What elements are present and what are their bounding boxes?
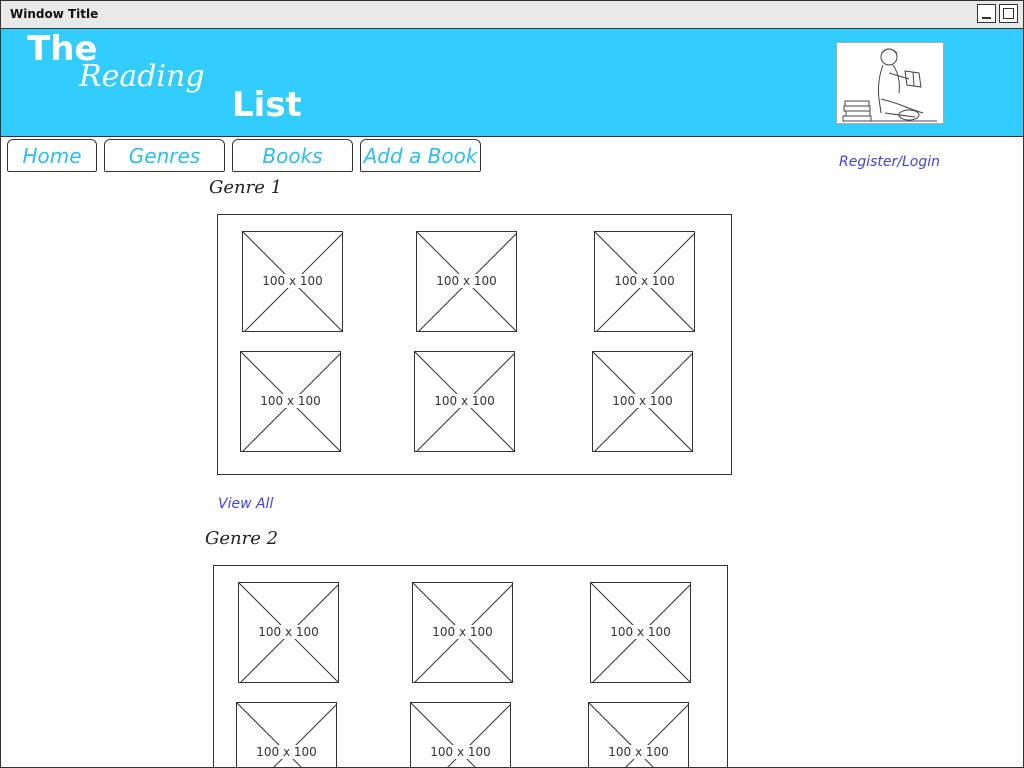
tab-home-label: Home <box>22 144 82 168</box>
app-window: Window Title The Reading List Home Genre… <box>0 0 1024 768</box>
placeholder-label: 100 x 100 <box>434 274 499 288</box>
genre-book-grid: 100 x 100 100 x 100 100 x 100 100 x 100 … <box>213 565 728 767</box>
view-all-link[interactable]: View All <box>218 496 273 512</box>
book-cover-placeholder[interactable]: 100 x 100 <box>240 351 341 452</box>
book-cover-placeholder[interactable]: 100 x 100 <box>410 702 511 767</box>
genre-heading: Genre 1 <box>209 177 283 198</box>
placeholder-label: 100 x 100 <box>612 274 677 288</box>
book-cover-placeholder[interactable]: 100 x 100 <box>590 582 691 683</box>
register-login-link[interactable]: Register/Login <box>839 154 940 170</box>
placeholder-label: 100 x 100 <box>610 394 675 408</box>
tab-home[interactable]: Home <box>7 139 97 172</box>
placeholder-label: 100 x 100 <box>606 745 671 759</box>
title-bar: Window Title <box>1 1 1023 29</box>
book-cover-placeholder[interactable]: 100 x 100 <box>236 702 337 767</box>
book-cover-placeholder[interactable]: 100 x 100 <box>588 702 689 767</box>
placeholder-label: 100 x 100 <box>258 394 323 408</box>
tab-genres-label: Genres <box>128 144 201 168</box>
tab-add-a-book[interactable]: Add a Book <box>360 139 481 172</box>
genre-heading: Genre 2 <box>205 528 279 549</box>
placeholder-label: 100 x 100 <box>608 625 673 639</box>
site-header: The Reading List <box>1 29 1023 137</box>
genre-book-grid: 100 x 100 100 x 100 100 x 100 100 x 100 … <box>217 214 732 475</box>
logo-list: List <box>232 85 302 125</box>
tab-genres[interactable]: Genres <box>104 139 225 172</box>
tab-add-a-book-label: Add a Book <box>363 144 478 168</box>
logo-reading: Reading <box>79 59 205 94</box>
tab-books[interactable]: Books <box>232 139 353 172</box>
placeholder-label: 100 x 100 <box>432 394 497 408</box>
window-title: Window Title <box>10 7 99 21</box>
placeholder-label: 100 x 100 <box>430 625 495 639</box>
tab-books-label: Books <box>262 144 323 168</box>
book-cover-placeholder[interactable]: 100 x 100 <box>414 351 515 452</box>
placeholder-label: 100 x 100 <box>428 745 493 759</box>
book-cover-placeholder[interactable]: 100 x 100 <box>416 231 517 332</box>
placeholder-label: 100 x 100 <box>260 274 325 288</box>
placeholder-label: 100 x 100 <box>256 625 321 639</box>
reading-child-illustration <box>836 42 944 124</box>
book-cover-placeholder[interactable]: 100 x 100 <box>412 582 513 683</box>
book-cover-placeholder[interactable]: 100 x 100 <box>592 351 693 452</box>
placeholder-label: 100 x 100 <box>254 745 319 759</box>
book-cover-placeholder[interactable]: 100 x 100 <box>238 582 339 683</box>
maximize-button[interactable] <box>999 4 1018 23</box>
book-cover-placeholder[interactable]: 100 x 100 <box>594 231 695 332</box>
book-cover-placeholder[interactable]: 100 x 100 <box>242 231 343 332</box>
minimize-button[interactable] <box>977 4 996 23</box>
